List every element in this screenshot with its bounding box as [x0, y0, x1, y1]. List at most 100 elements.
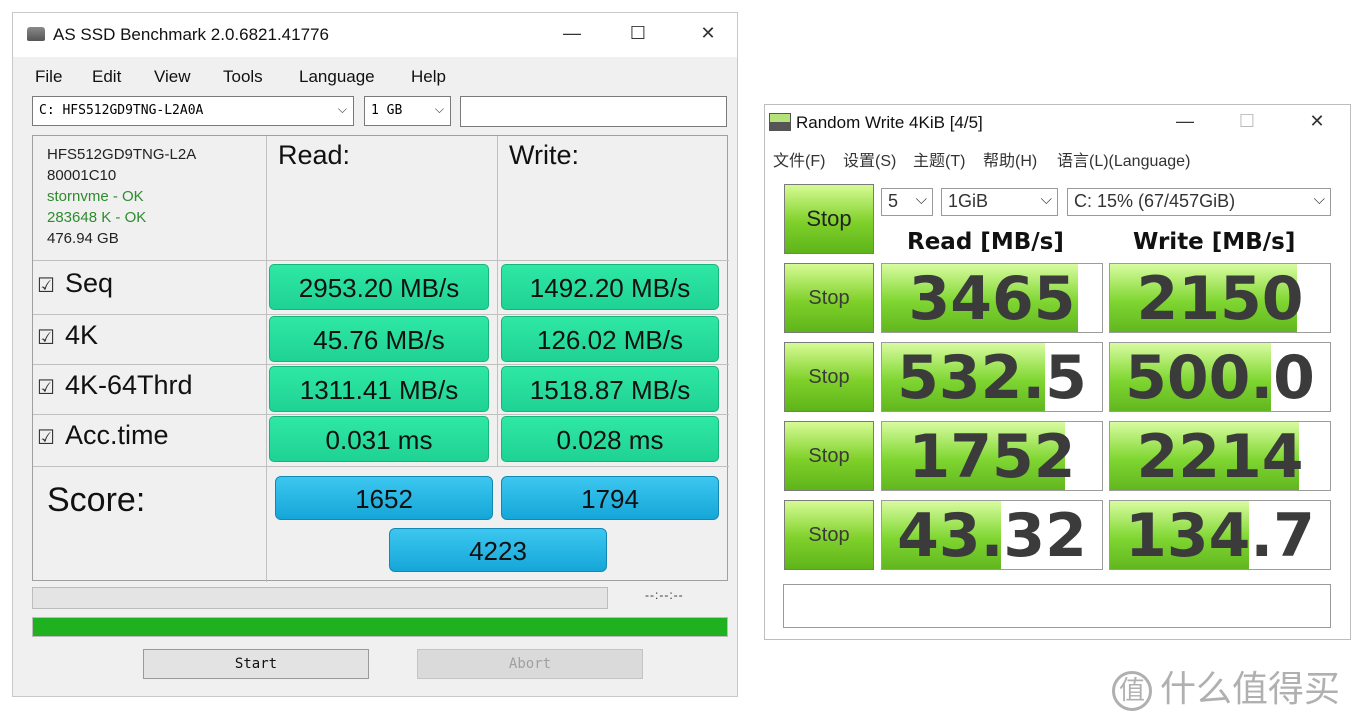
- divider: [33, 466, 729, 467]
- stop-button[interactable]: Stop: [784, 342, 874, 412]
- result-cell-write: 2150: [1109, 263, 1331, 333]
- as-ssd-titlebar: AS SSD Benchmark 2.0.6821.41776 — ☐ ✕: [13, 13, 737, 57]
- size-select-value: 1 GB: [371, 103, 403, 118]
- minimize-icon[interactable]: —: [557, 23, 587, 44]
- row-4k-label[interactable]: ☑ 4K: [37, 320, 98, 351]
- minimize-icon[interactable]: —: [1170, 111, 1200, 132]
- size-select[interactable]: 1GiB ⌵: [941, 188, 1058, 216]
- menu-help[interactable]: Help: [411, 67, 446, 87]
- elapsed-time: --:--:--: [645, 588, 684, 602]
- results-panel: HFS512GD9TNG-L2A 80001C10 stornvme - OK …: [32, 135, 729, 582]
- divider: [33, 414, 729, 415]
- write-value: 2150: [1136, 264, 1304, 333]
- maximize-icon[interactable]: ☐: [1232, 111, 1262, 132]
- as-ssd-title: AS SSD Benchmark 2.0.6821.41776: [53, 25, 329, 44]
- checkbox-icon[interactable]: ☑: [37, 325, 57, 350]
- cdm-title: Random Write 4KiB [4/5]: [796, 113, 983, 132]
- read-value: 43.32: [897, 501, 1087, 570]
- row-4k64-label[interactable]: ☑ 4K-64Thrd: [37, 370, 193, 401]
- seq-write-value: 1492.20 MB/s: [501, 264, 719, 310]
- step-progress-bar: [32, 587, 608, 609]
- driver-name: stornvme: [47, 188, 109, 205]
- drive-firmware: 80001C10: [47, 167, 117, 184]
- menu-view[interactable]: View: [154, 67, 191, 87]
- watermark-text: 什么值得买: [1160, 669, 1341, 710]
- abort-button[interactable]: Abort: [417, 649, 643, 679]
- divider: [497, 136, 498, 466]
- drive-capacity: 476.94 GB: [47, 230, 119, 247]
- checkbox-icon[interactable]: ☑: [37, 375, 57, 400]
- row-acctime-label[interactable]: ☑ Acc.time: [37, 420, 169, 451]
- menu-edit[interactable]: Edit: [92, 67, 121, 87]
- chevron-down-icon: ⌵: [1313, 191, 1325, 208]
- drive-select-value: C: HFS512GD9TNG-L2A0A: [39, 103, 204, 118]
- read-value: 1752: [908, 422, 1076, 491]
- alignment-ok: - OK: [111, 209, 147, 226]
- 4k-read-value: 45.76 MB/s: [269, 316, 489, 362]
- 4k-write-value: 126.02 MB/s: [501, 316, 719, 362]
- drive-select-value: C: 15% (67/457GiB): [1074, 191, 1236, 211]
- watermark-logo: 值: [1112, 671, 1152, 711]
- driver-status: stornvme - OK: [47, 186, 196, 207]
- start-button[interactable]: Start: [143, 649, 369, 679]
- maximize-icon[interactable]: ☐: [623, 23, 653, 44]
- write-header: Write:: [509, 140, 580, 170]
- results-text-field[interactable]: [460, 96, 727, 127]
- result-cell-read: 532.5: [881, 342, 1103, 412]
- divider: [33, 260, 729, 261]
- comment-field[interactable]: [783, 584, 1331, 628]
- write-value: 2214: [1136, 422, 1304, 491]
- result-cell-read: 43.32: [881, 500, 1103, 570]
- read-value: 532.5: [897, 343, 1087, 412]
- stop-button[interactable]: Stop: [784, 421, 874, 491]
- alignment-value: 283648 K: [47, 209, 112, 226]
- menu-tools[interactable]: Tools: [223, 67, 263, 87]
- menu-theme[interactable]: 主题(T): [913, 147, 965, 171]
- close-icon[interactable]: ✕: [693, 23, 723, 44]
- result-cell-read: 1752: [881, 421, 1103, 491]
- menu-language[interactable]: Language: [299, 67, 375, 87]
- write-value: 134.7: [1125, 501, 1315, 570]
- row-label-text: 4K: [65, 320, 99, 350]
- size-select-value: 1GiB: [948, 191, 989, 211]
- drive-select[interactable]: C: 15% (67/457GiB) ⌵: [1067, 188, 1331, 216]
- acctime-write-value: 0.028 ms: [501, 416, 719, 462]
- score-read: 1652: [275, 476, 493, 520]
- acctime-read-value: 0.031 ms: [269, 416, 489, 462]
- seq-read-value: 2953.20 MB/s: [269, 264, 489, 310]
- overall-progress-bar: [32, 617, 728, 637]
- 4k64-read-value: 1311.41 MB/s: [269, 366, 489, 412]
- watermark: 值什么值得买: [1112, 660, 1340, 712]
- menu-file[interactable]: 文件(F): [773, 147, 825, 171]
- stop-button[interactable]: Stop: [784, 263, 874, 333]
- menu-help[interactable]: 帮助(H): [983, 147, 1037, 171]
- driver-ok: - OK: [108, 188, 144, 205]
- chevron-down-icon: ⌵: [1040, 191, 1052, 208]
- count-select-value: 5: [888, 191, 899, 211]
- crystaldiskmark-window: Random Write 4KiB [4/5] — ☐ ✕ 文件(F) 设置(S…: [764, 104, 1351, 640]
- drive-model: HFS512GD9TNG-L2A: [47, 146, 197, 163]
- checkbox-icon[interactable]: ☑: [37, 273, 57, 298]
- score-total: 4223: [389, 528, 607, 572]
- close-icon[interactable]: ✕: [1302, 111, 1332, 132]
- menu-settings[interactable]: 设置(S): [843, 147, 896, 171]
- divider: [33, 314, 729, 315]
- cdm-titlebar: Random Write 4KiB [4/5] — ☐ ✕: [765, 105, 1350, 141]
- menu-language[interactable]: 语言(L)(Language): [1057, 147, 1190, 171]
- write-value: 500.0: [1125, 343, 1315, 412]
- result-cell-write: 500.0: [1109, 342, 1331, 412]
- menu-file[interactable]: File: [35, 67, 62, 87]
- drive-select[interactable]: C: HFS512GD9TNG-L2A0A ⌵: [32, 96, 354, 126]
- divider: [266, 136, 267, 582]
- row-label-text: Acc.time: [65, 420, 169, 450]
- app-icon: [769, 113, 791, 131]
- size-select[interactable]: 1 GB ⌵: [364, 96, 451, 126]
- stop-all-button[interactable]: Stop: [784, 184, 874, 254]
- checkbox-icon[interactable]: ☑: [37, 425, 57, 450]
- score-label: Score:: [47, 481, 146, 519]
- 4k64-write-value: 1518.87 MB/s: [501, 366, 719, 412]
- row-seq-label[interactable]: ☑ Seq: [37, 268, 113, 299]
- chevron-down-icon: ⌵: [434, 102, 444, 116]
- count-select[interactable]: 5 ⌵: [881, 188, 933, 216]
- stop-button[interactable]: Stop: [784, 500, 874, 570]
